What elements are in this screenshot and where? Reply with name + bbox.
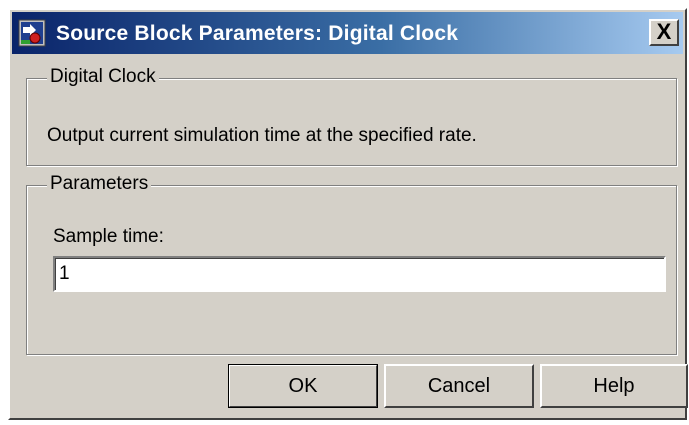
description-group: Digital Clock Output current simulation … bbox=[26, 66, 677, 166]
ok-button[interactable]: OK bbox=[228, 364, 378, 408]
close-icon: X bbox=[656, 19, 672, 44]
description-group-legend: Digital Clock bbox=[47, 66, 159, 88]
close-button[interactable]: X bbox=[649, 19, 679, 46]
sample-time-label: Sample time: bbox=[53, 226, 164, 247]
block-description: Output current simulation time at the sp… bbox=[47, 125, 477, 146]
cancel-button-label: Cancel bbox=[427, 374, 491, 397]
title-bar[interactable]: Source Block Parameters: Digital Clock X bbox=[12, 12, 683, 54]
help-button[interactable]: Help bbox=[540, 364, 688, 408]
parameters-group: Parameters Sample time: bbox=[26, 173, 677, 355]
simulink-block-icon bbox=[18, 19, 46, 47]
help-button-label: Help bbox=[593, 374, 635, 397]
parameters-group-legend: Parameters bbox=[47, 173, 152, 195]
dialog-title: Source Block Parameters: Digital Clock bbox=[56, 22, 459, 45]
dialog-window: Source Block Parameters: Digital Clock X… bbox=[8, 8, 688, 420]
cancel-button[interactable]: Cancel bbox=[384, 364, 534, 408]
sample-time-input[interactable] bbox=[53, 256, 666, 292]
ok-button-label: OK bbox=[288, 374, 318, 397]
